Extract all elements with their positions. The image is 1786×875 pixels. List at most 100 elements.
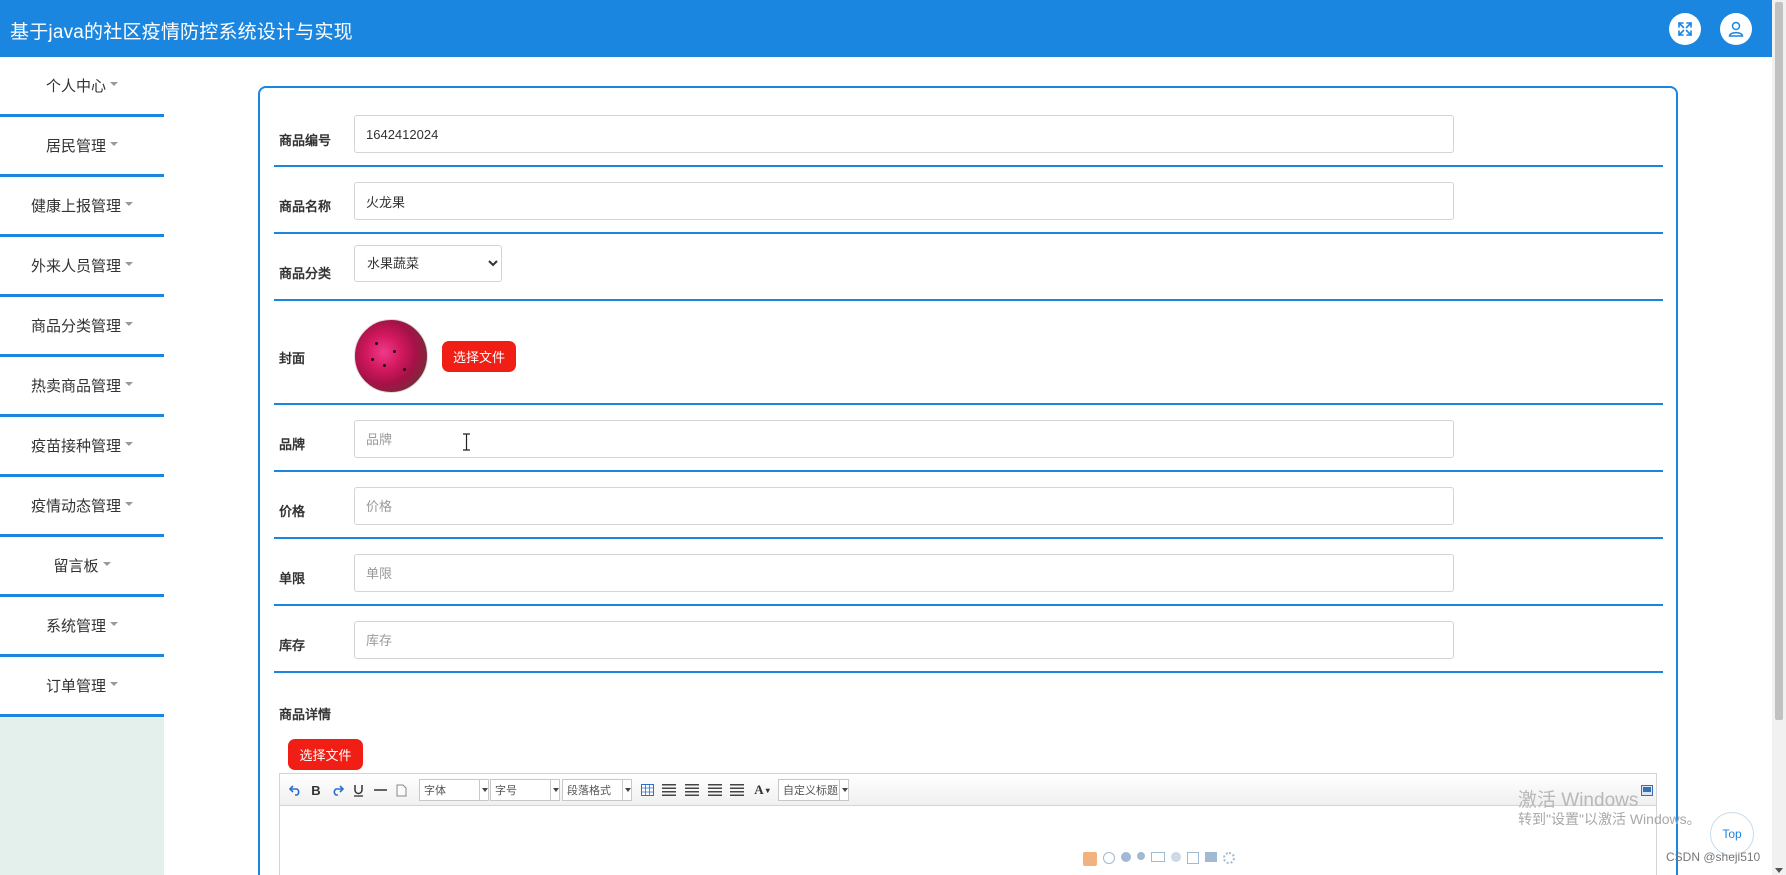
- cover-choose-file-button[interactable]: 选择文件: [442, 341, 516, 372]
- editor-toolbar: B 字体 字号 段落格式 A ▾ 自定义标题: [280, 774, 1656, 806]
- caret-down-icon: [110, 81, 118, 86]
- sidebar-item-visitors[interactable]: 外来人员管理: [0, 237, 164, 297]
- align-center-glyph: [708, 784, 722, 796]
- cover-image-detail: [393, 350, 396, 353]
- caret-down-icon: [110, 141, 118, 146]
- sidebar-item-message-board[interactable]: 留言板: [0, 537, 164, 597]
- limit-label: 单限: [279, 571, 306, 586]
- sidebar-item-orders[interactable]: 订单管理: [0, 657, 164, 717]
- cover-image-detail: [403, 368, 406, 371]
- ime-settings-icon: [1223, 852, 1235, 864]
- undo-icon[interactable]: [288, 781, 302, 799]
- cover-image-detail: [383, 364, 386, 367]
- caret-down-icon: [125, 501, 133, 506]
- form-row-stock: 库存: [274, 606, 1663, 673]
- sidebar-item-label: 个人中心: [45, 78, 106, 95]
- align-right-glyph: [685, 784, 699, 796]
- sidebar-item-label: 留言板: [53, 558, 99, 575]
- dropdown-arrow-icon: [479, 780, 488, 800]
- sidebar-item-residents[interactable]: 居民管理: [0, 117, 164, 177]
- table-icon[interactable]: [640, 781, 654, 799]
- scroll-down-arrow-icon[interactable]: [1775, 868, 1783, 873]
- align-left-glyph: [662, 784, 676, 796]
- align-center-icon[interactable]: [708, 781, 722, 799]
- form-row-brand: 品牌: [274, 405, 1663, 472]
- dropdown-arrow-icon: [550, 780, 559, 800]
- sidebar-item-label: 居民管理: [45, 138, 106, 155]
- caret-down-icon: [125, 321, 133, 326]
- fullscreen-editor-icon[interactable]: [1640, 781, 1654, 799]
- fullscreen-button[interactable]: [1669, 13, 1701, 45]
- caret-down-icon: [125, 441, 133, 446]
- sidebar-item-hot-products[interactable]: 热卖商品管理: [0, 357, 164, 417]
- sidebar-item-product-categories[interactable]: 商品分类管理: [0, 297, 164, 357]
- caret-down-icon: [125, 261, 133, 266]
- dropdown-arrow-icon: [622, 780, 631, 800]
- custom-title-select[interactable]: 自定义标题: [778, 779, 849, 801]
- caret-down-icon: [110, 681, 118, 686]
- limit-input[interactable]: [354, 554, 1454, 592]
- ime-punct-icon: [1137, 852, 1145, 860]
- sidebar-item-health-report[interactable]: 健康上报管理: [0, 177, 164, 237]
- sidebar-item-label: 热卖商品管理: [30, 378, 121, 395]
- expand-icon: [1678, 22, 1692, 36]
- sidebar-item-system[interactable]: 系统管理: [0, 597, 164, 657]
- form-row-cover: 封面 选择文件: [274, 301, 1663, 405]
- align-justify-glyph: [730, 784, 744, 796]
- app-title: 基于java的社区疫情防控系统设计与实现: [10, 22, 353, 43]
- brand-input[interactable]: [354, 420, 1454, 458]
- rich-text-editor[interactable]: B 字体 字号 段落格式 A ▾ 自定义标题: [279, 773, 1657, 875]
- product-name-input[interactable]: [354, 182, 1454, 220]
- stock-input[interactable]: [354, 621, 1454, 659]
- sidebar-item-label: 商品分类管理: [30, 318, 121, 335]
- user-icon: [1728, 21, 1744, 37]
- align-right-icon[interactable]: [685, 781, 699, 799]
- sidebar-item-label: 外来人员管理: [30, 258, 121, 275]
- font-family-label: 字体: [424, 785, 446, 797]
- document-icon[interactable]: [395, 781, 408, 799]
- csdn-credit: CSDN @sheji510: [1666, 850, 1761, 864]
- form-row-price: 价格: [274, 472, 1663, 539]
- caret-down-icon: [125, 201, 133, 206]
- page-scrollbar[interactable]: [1772, 0, 1786, 875]
- sidebar-item-label: 系统管理: [45, 618, 106, 635]
- cover-label: 封面: [279, 351, 306, 366]
- redo-icon[interactable]: [330, 781, 344, 799]
- bold-button[interactable]: B: [310, 781, 322, 799]
- price-input[interactable]: [354, 487, 1454, 525]
- font-family-select[interactable]: 字体: [419, 779, 489, 801]
- sidebar-item-label: 订单管理: [45, 678, 106, 695]
- brand-label: 品牌: [279, 437, 306, 452]
- ime-skin-icon: [1205, 852, 1217, 862]
- font-color-dropdown-icon: ▾: [765, 785, 770, 795]
- align-left-icon[interactable]: [662, 781, 676, 799]
- form-row-product-code: 商品编号: [274, 115, 1663, 167]
- user-menu-button[interactable]: [1720, 13, 1752, 45]
- sidebar: 个人中心 居民管理 健康上报管理 外来人员管理 商品分类管理 热卖商品管理 疫苗…: [0, 57, 164, 875]
- paragraph-format-select[interactable]: 段落格式: [562, 779, 632, 801]
- ime-user-icon: [1171, 852, 1181, 862]
- sidebar-item-vaccination[interactable]: 疫苗接种管理: [0, 417, 164, 477]
- product-form-panel: 商品编号 商品名称 商品分类 水果蔬菜 封面 选择文件 品牌 价格 单限: [258, 86, 1678, 875]
- horizontal-rule-icon[interactable]: [373, 781, 387, 799]
- product-name-label: 商品名称: [279, 199, 332, 214]
- stock-label: 库存: [279, 638, 306, 653]
- cover-image-preview[interactable]: [354, 319, 428, 393]
- custom-title-label: 自定义标题: [783, 785, 838, 797]
- cover-image-detail: [371, 358, 374, 361]
- sidebar-item-epidemic-news[interactable]: 疫情动态管理: [0, 477, 164, 537]
- font-size-select[interactable]: 字号: [490, 779, 560, 801]
- align-justify-icon[interactable]: [730, 781, 744, 799]
- product-category-select[interactable]: 水果蔬菜: [354, 245, 502, 282]
- detail-choose-file-button[interactable]: 选择文件: [288, 739, 363, 770]
- product-code-input[interactable]: [354, 115, 1454, 153]
- caret-down-icon: [102, 561, 111, 566]
- caret-down-icon: [110, 621, 118, 626]
- sidebar-item-personal-center[interactable]: 个人中心: [0, 57, 164, 117]
- underline-icon[interactable]: [352, 781, 364, 799]
- price-label: 价格: [279, 504, 306, 519]
- font-color-button[interactable]: A ▾: [752, 781, 772, 799]
- sidebar-menu: 个人中心 居民管理 健康上报管理 外来人员管理 商品分类管理 热卖商品管理 疫苗…: [0, 57, 164, 717]
- scrollbar-thumb[interactable]: [1775, 2, 1783, 720]
- font-size-label: 字号: [495, 785, 517, 797]
